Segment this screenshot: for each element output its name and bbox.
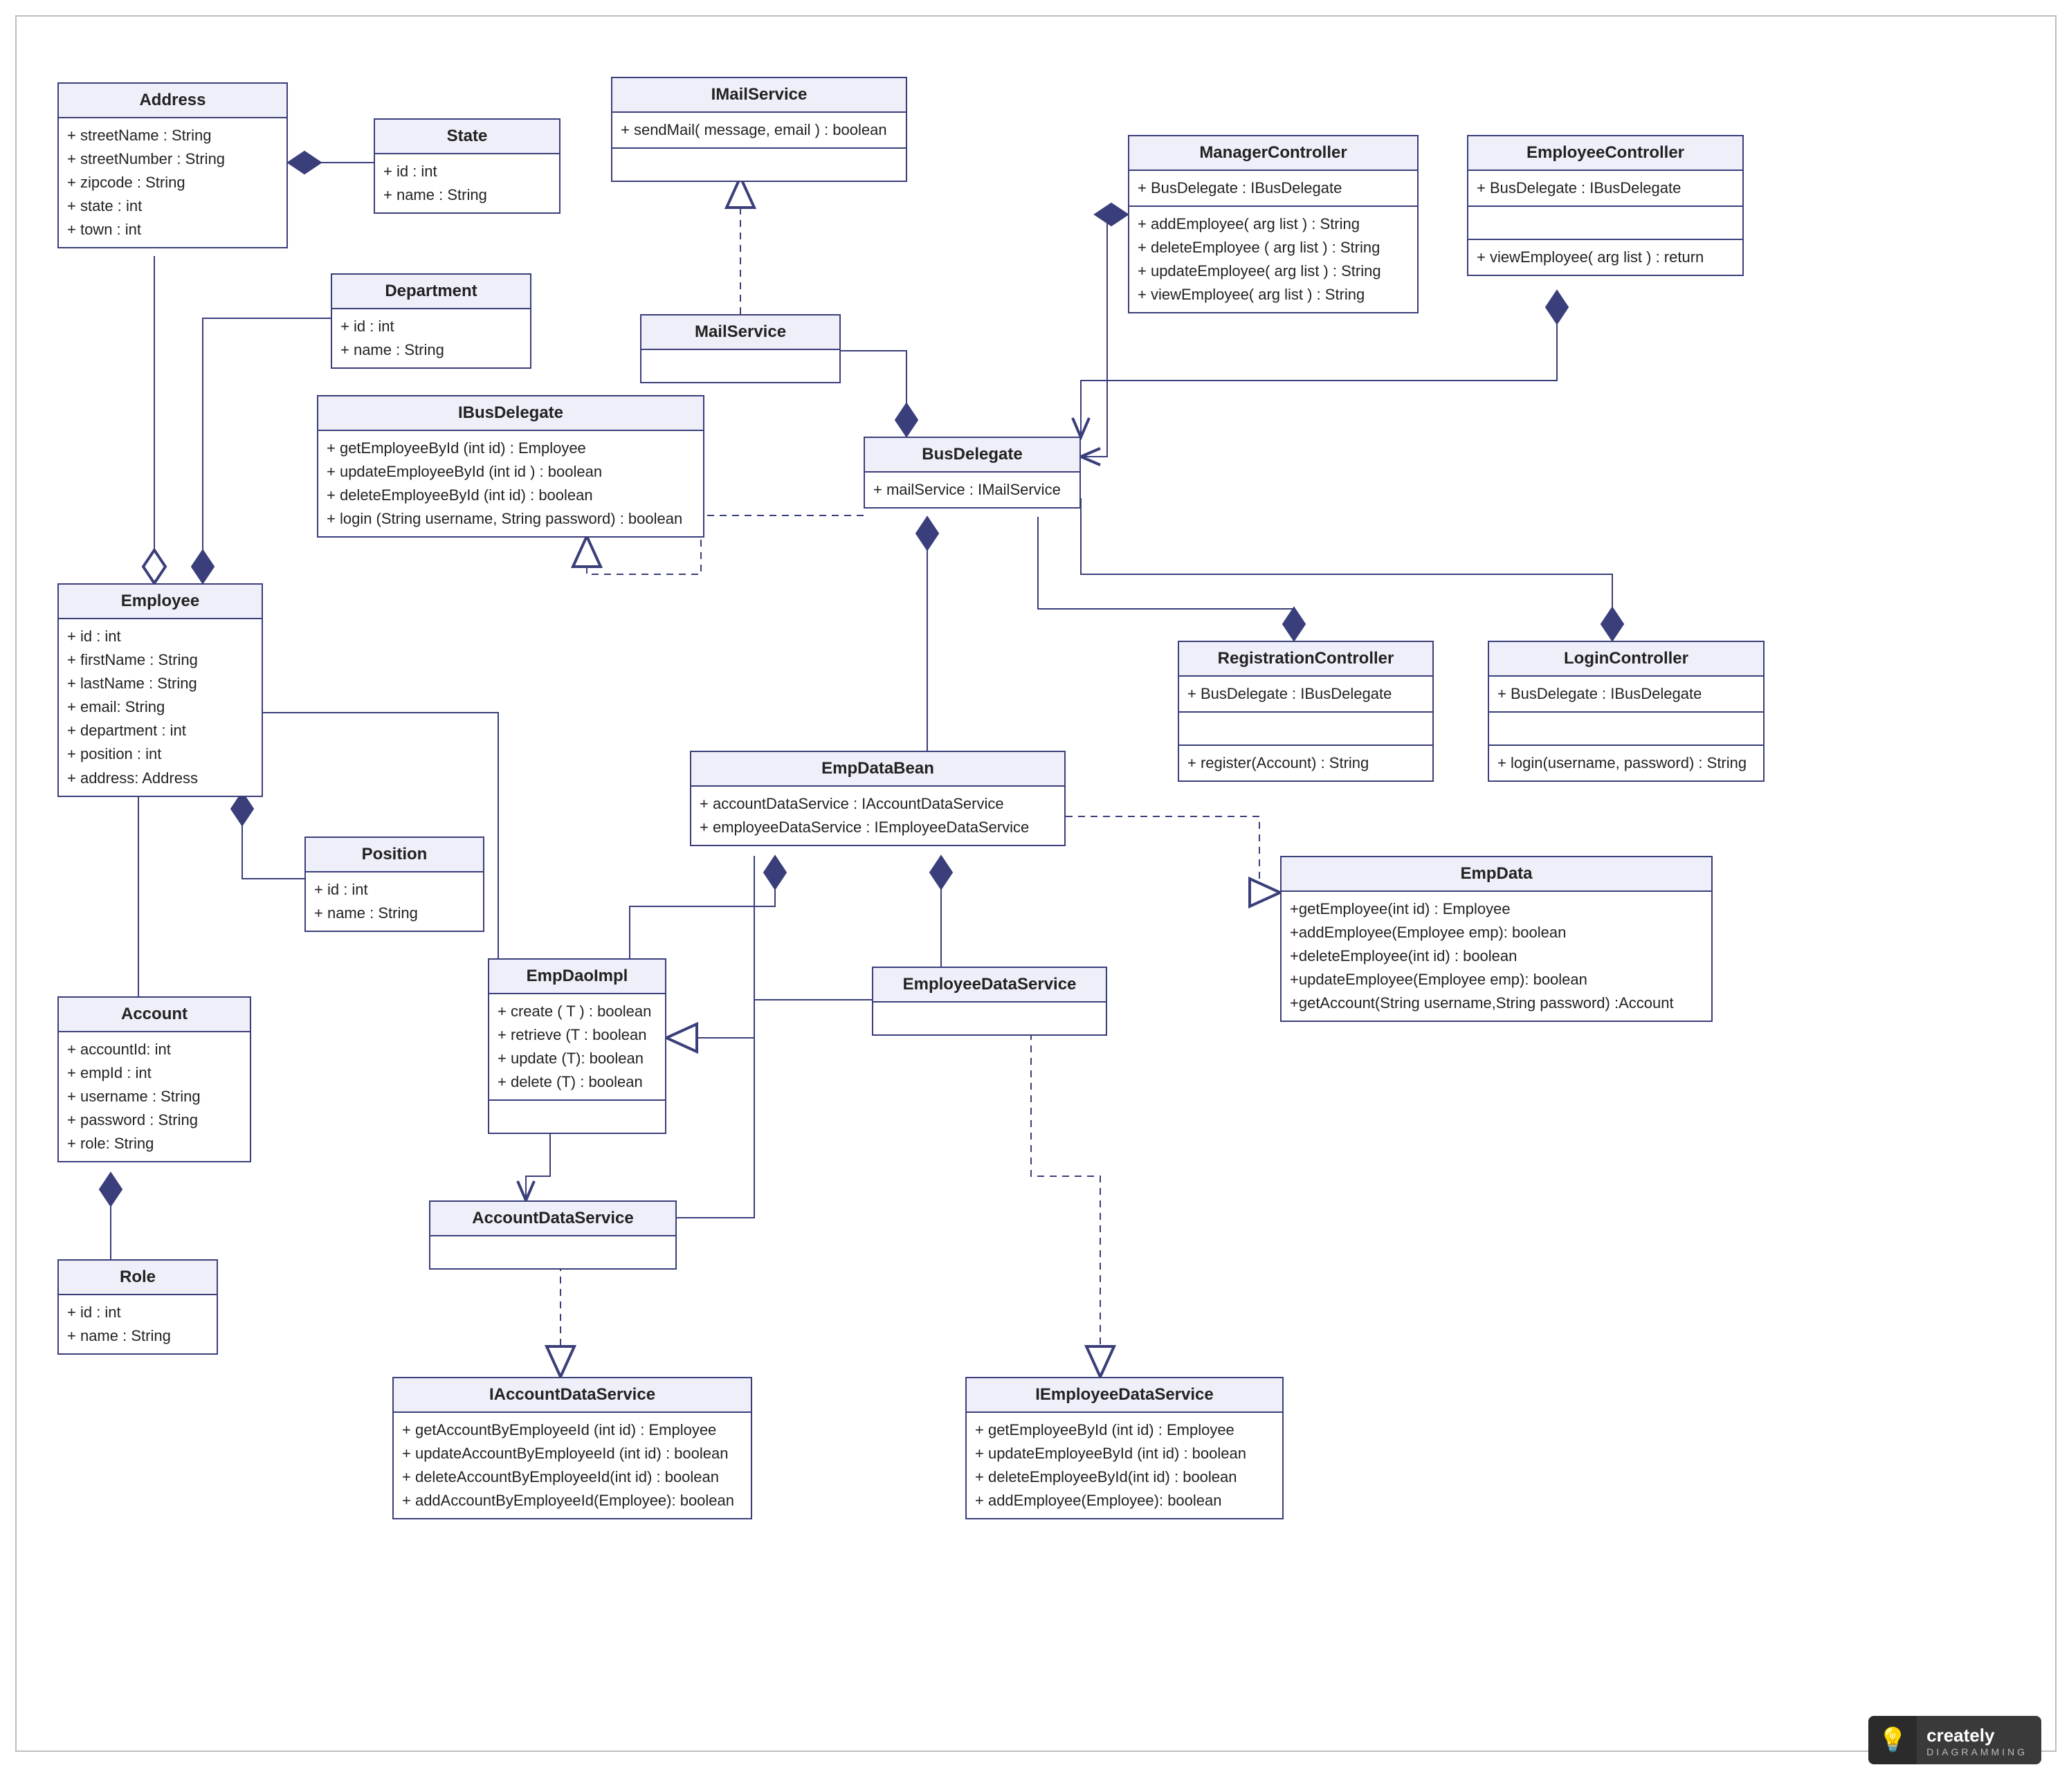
class-title: Address	[59, 84, 286, 118]
class-accountdataservice[interactable]: AccountDataService	[429, 1200, 677, 1270]
class-managercontroller[interactable]: ManagerController + BusDelegate : IBusDe…	[1128, 135, 1419, 313]
diagram-canvas: Address + streetName : String + streetNu…	[0, 0, 2069, 1792]
class-empdatabean[interactable]: EmpDataBean + accountDataService : IAcco…	[690, 751, 1066, 846]
class-address[interactable]: Address + streetName : String + streetNu…	[57, 82, 288, 248]
class-employee[interactable]: Employee + id : int + firstName : String…	[57, 583, 263, 797]
class-busdelegate[interactable]: BusDelegate + mailService : IMailService	[864, 437, 1081, 509]
class-iaccountdataservice[interactable]: IAccountDataService + getAccountByEmploy…	[392, 1377, 752, 1519]
logo-tagline: DIAGRAMMING	[1926, 1746, 2027, 1757]
class-attrs: + streetName : String + streetNumber : S…	[59, 118, 286, 247]
creately-logo: 💡 creately DIAGRAMMING	[1868, 1716, 2041, 1764]
lightbulb-icon: 💡	[1868, 1716, 1917, 1764]
class-employeedataservice[interactable]: EmployeeDataService	[872, 967, 1107, 1036]
class-employeecontroller[interactable]: EmployeeController + BusDelegate : IBusD…	[1467, 135, 1744, 276]
class-logincontroller[interactable]: LoginController + BusDelegate : IBusDele…	[1488, 641, 1765, 782]
class-imailservice[interactable]: IMailService + sendMail( message, email …	[611, 77, 907, 182]
class-ibusdelegate[interactable]: IBusDelegate + getEmployeeById (int id) …	[317, 395, 704, 538]
class-position[interactable]: Position + id : int + name : String	[304, 836, 484, 932]
class-department[interactable]: Department + id : int + name : String	[331, 273, 531, 369]
class-state[interactable]: State + id : int + name : String	[374, 118, 560, 214]
class-registrationcontroller[interactable]: RegistrationController + BusDelegate : I…	[1178, 641, 1434, 782]
class-iemployeedataservice[interactable]: IEmployeeDataService + getEmployeeById (…	[965, 1377, 1284, 1519]
class-account[interactable]: Account + accountId: int + empId : int +…	[57, 996, 251, 1162]
logo-brand: creately	[1926, 1725, 2027, 1746]
class-empdata[interactable]: EmpData +getEmployee(int id) : Employee …	[1280, 856, 1713, 1022]
class-empdaoimpl[interactable]: EmpDaoImpl + create ( T ) : boolean + re…	[488, 958, 666, 1134]
class-role[interactable]: Role + id : int + name : String	[57, 1259, 218, 1355]
class-mailservice[interactable]: MailService	[640, 314, 841, 383]
